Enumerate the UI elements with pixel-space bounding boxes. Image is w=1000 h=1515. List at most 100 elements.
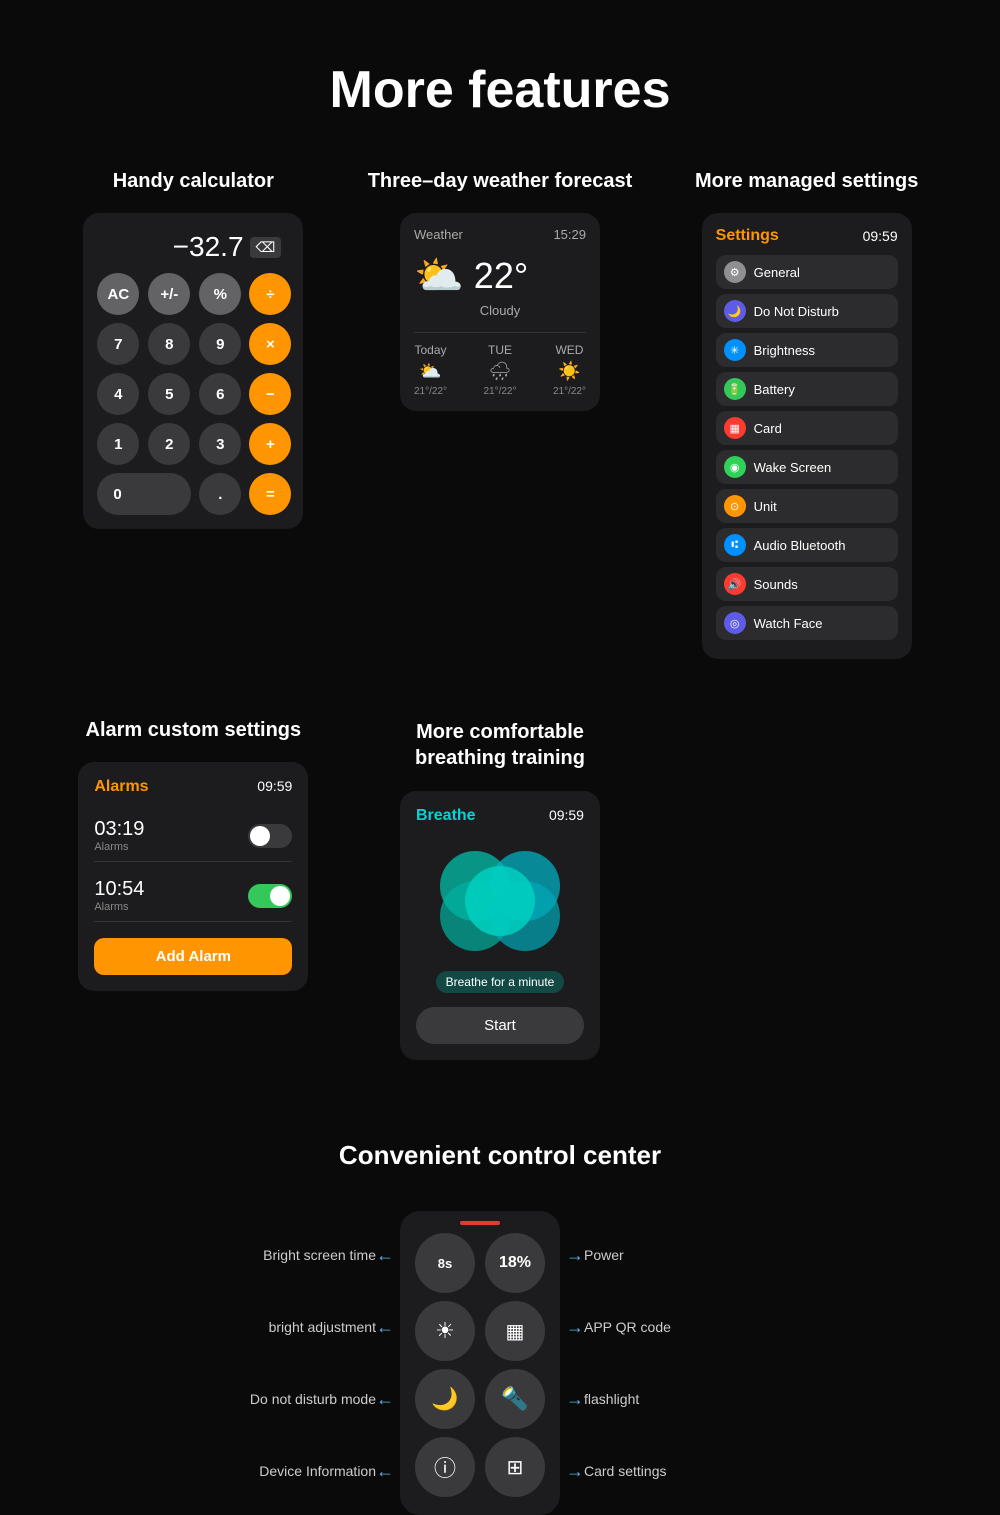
calc-backspace-btn[interactable]: ⌫ bbox=[250, 237, 282, 258]
calc-plus[interactable]: + bbox=[249, 423, 291, 465]
ctrl-label-dnd: Do not disturb mode ← bbox=[250, 1363, 400, 1435]
settings-time: 09:59 bbox=[863, 228, 898, 244]
settings-battery-icon: 🔋 bbox=[724, 378, 746, 400]
settings-watchface-label: Watch Face bbox=[754, 616, 823, 631]
cc-bright-time-btn[interactable]: 8s bbox=[415, 1233, 475, 1293]
settings-item-dnd[interactable]: 🌙 Do Not Disturb bbox=[716, 294, 898, 328]
calc-0[interactable]: 0 bbox=[97, 473, 191, 515]
arrow-flashlight: → bbox=[566, 1389, 584, 1410]
alarm-1-toggle[interactable] bbox=[248, 824, 292, 848]
calc-9[interactable]: 9 bbox=[199, 323, 241, 365]
calc-multiply[interactable]: × bbox=[249, 323, 291, 365]
alarm-1-info: 03:19 Alarms bbox=[94, 818, 144, 853]
calc-5[interactable]: 5 bbox=[148, 373, 190, 415]
ctrl-label-flashlight: → flashlight bbox=[560, 1363, 639, 1435]
calc-4[interactable]: 4 bbox=[97, 373, 139, 415]
calc-1[interactable]: 1 bbox=[97, 423, 139, 465]
calc-divide[interactable]: ÷ bbox=[249, 273, 291, 315]
calc-percent[interactable]: % bbox=[199, 273, 241, 315]
settings-brightness-label: Brightness bbox=[754, 343, 815, 358]
alarm-2-time: 10:54 bbox=[94, 878, 144, 901]
settings-item-unit[interactable]: ⊙ Unit bbox=[716, 489, 898, 523]
settings-item-wakescreen[interactable]: ◉ Wake Screen bbox=[716, 450, 898, 484]
breathing-label: More comfortablebreathing training bbox=[415, 719, 585, 771]
settings-item-general[interactable]: ⚙ General bbox=[716, 255, 898, 289]
calc-dot[interactable]: . bbox=[199, 473, 241, 515]
breathing-app: Breathe bbox=[416, 807, 476, 825]
calculator-label: Handy calculator bbox=[113, 170, 274, 193]
settings-item-card[interactable]: ▦ Card bbox=[716, 411, 898, 445]
alarm-title: Alarms bbox=[94, 778, 148, 796]
alarm-item-2: 10:54 Alarms bbox=[94, 870, 292, 922]
calc-3[interactable]: 3 bbox=[199, 423, 241, 465]
settings-unit-icon: ⊙ bbox=[724, 495, 746, 517]
calc-grid: AC +/- % ÷ 7 8 9 × 4 5 6 − 1 2 3 + 0 . = bbox=[97, 273, 289, 515]
settings-brightness-icon: ✳ bbox=[724, 339, 746, 361]
settings-item-battery[interactable]: 🔋 Battery bbox=[716, 372, 898, 406]
settings-item-sounds[interactable]: 🔊 Sounds bbox=[716, 567, 898, 601]
control-center-label: Convenient control center bbox=[339, 1140, 661, 1171]
weather-clock: 15:29 bbox=[553, 227, 586, 242]
alarm-2-info: 10:54 Alarms bbox=[94, 878, 144, 913]
settings-dnd-label: Do Not Disturb bbox=[754, 304, 839, 319]
calc-equals[interactable]: = bbox=[249, 473, 291, 515]
arrow-bright-adj: ← bbox=[376, 1317, 394, 1338]
forecast-wed: WED ☀️ 21°/22° bbox=[553, 343, 586, 397]
alarm-col: Alarm custom settings Alarms 09:59 03:19… bbox=[53, 719, 333, 991]
calc-sign[interactable]: +/- bbox=[148, 273, 190, 315]
settings-col: More managed settings Settings 09:59 ⚙ G… bbox=[667, 170, 947, 659]
alarm-header: Alarms 09:59 bbox=[94, 778, 292, 796]
breathing-time: 09:59 bbox=[549, 807, 584, 825]
cc-row-1: 8s 18% bbox=[415, 1233, 545, 1293]
middle-section: Alarm custom settings Alarms 09:59 03:19… bbox=[0, 719, 1000, 1060]
calc-6[interactable]: 6 bbox=[199, 373, 241, 415]
calculator-widget: −32.7 ⌫ AC +/- % ÷ 7 8 9 × 4 5 6 − 1 2 3… bbox=[83, 213, 303, 529]
cc-flashlight-btn[interactable]: 🔦 bbox=[485, 1369, 545, 1429]
settings-audio-icon: ⑆ bbox=[724, 534, 746, 556]
breathe-message: Breathe for a minute bbox=[436, 971, 565, 993]
petal-c bbox=[465, 866, 535, 936]
forecast-tue: TUE 🌧 21°/22° bbox=[483, 343, 516, 397]
cc-row-2: ☀ ▦ bbox=[415, 1301, 545, 1361]
settings-audio-label: Audio Bluetooth bbox=[754, 538, 846, 553]
add-alarm-button[interactable]: Add Alarm bbox=[94, 938, 292, 975]
settings-item-watchface[interactable]: ◎ Watch Face bbox=[716, 606, 898, 640]
alarm-widget: Alarms 09:59 03:19 Alarms 10:54 Alarms A… bbox=[78, 762, 308, 991]
breathing-col: More comfortablebreathing training Breat… bbox=[360, 719, 640, 1060]
ctrl-label-bright-adj: bright adjustment ← bbox=[269, 1291, 400, 1363]
control-center-widget: 8s 18% ☀ ▦ 🌙 🔦 ⓘ ⊞ bbox=[400, 1211, 560, 1515]
settings-battery-label: Battery bbox=[754, 382, 795, 397]
breathing-visual bbox=[430, 841, 570, 961]
cc-info-btn[interactable]: ⓘ bbox=[415, 1437, 475, 1497]
forecast-tue-label: TUE bbox=[488, 343, 512, 357]
calc-minus[interactable]: − bbox=[249, 373, 291, 415]
cc-card-btn[interactable]: ⊞ bbox=[485, 1437, 545, 1497]
settings-item-audio[interactable]: ⑆ Audio Bluetooth bbox=[716, 528, 898, 562]
breathe-start-button[interactable]: Start bbox=[416, 1007, 584, 1044]
calc-display: −32.7 ⌫ bbox=[97, 227, 289, 273]
control-labels-right: → Power → APP QR code → flashlight → Car… bbox=[560, 1219, 760, 1507]
calc-8[interactable]: 8 bbox=[148, 323, 190, 365]
ctrl-label-power: → Power bbox=[560, 1219, 624, 1291]
settings-header: Settings 09:59 bbox=[716, 227, 898, 245]
calc-7[interactable]: 7 bbox=[97, 323, 139, 365]
settings-wakescreen-icon: ◉ bbox=[724, 456, 746, 478]
settings-label: More managed settings bbox=[695, 170, 918, 193]
cc-brightness-btn[interactable]: ☀ bbox=[415, 1301, 475, 1361]
settings-unit-label: Unit bbox=[754, 499, 777, 514]
settings-item-brightness[interactable]: ✳ Brightness bbox=[716, 333, 898, 367]
alarm-2-sub: Alarms bbox=[94, 901, 144, 913]
arrow-bright-screen: ← bbox=[376, 1245, 394, 1266]
alarm-2-toggle[interactable] bbox=[248, 884, 292, 908]
calc-2[interactable]: 2 bbox=[148, 423, 190, 465]
weather-desc: Cloudy bbox=[414, 303, 586, 318]
alarm-time: 09:59 bbox=[257, 778, 292, 796]
calc-ac[interactable]: AC bbox=[97, 273, 139, 315]
arrow-power: → bbox=[566, 1245, 584, 1266]
cc-qr-btn[interactable]: ▦ bbox=[485, 1301, 545, 1361]
top-section: Handy calculator −32.7 ⌫ AC +/- % ÷ 7 8 … bbox=[0, 170, 1000, 659]
cc-power-btn[interactable]: 18% bbox=[485, 1233, 545, 1293]
weather-main: ⛅ 22° bbox=[414, 252, 586, 299]
forecast-today-icon: ⛅ bbox=[419, 361, 441, 382]
cc-dnd-btn[interactable]: 🌙 bbox=[415, 1369, 475, 1429]
